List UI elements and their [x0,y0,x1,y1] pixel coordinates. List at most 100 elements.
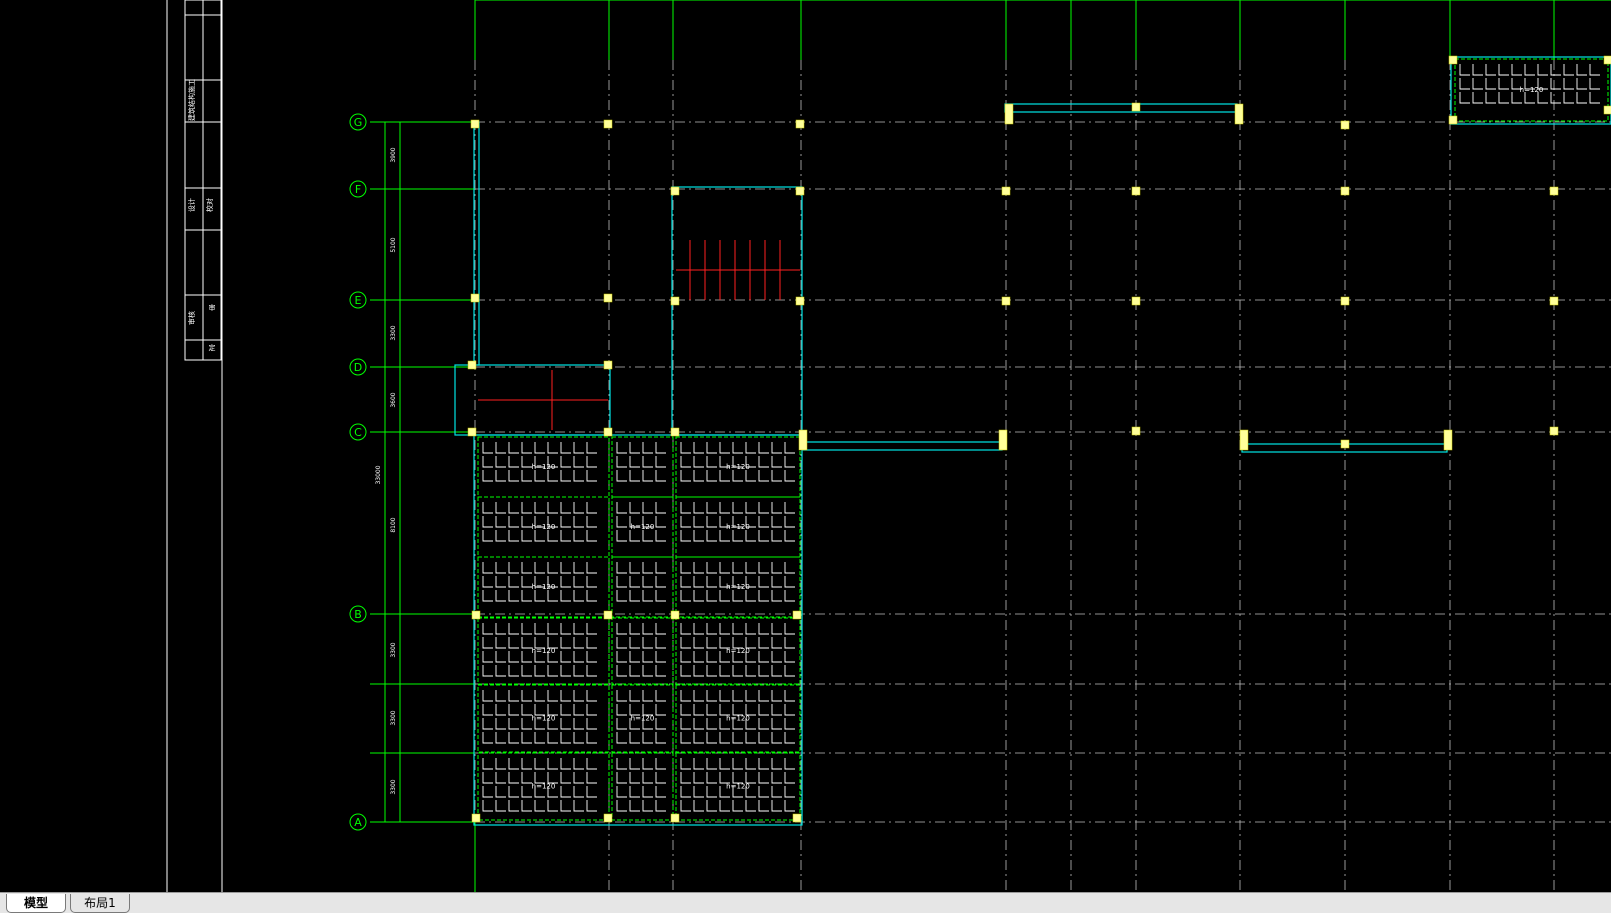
slab-thickness-label: h=120 [726,583,750,591]
column [1340,439,1350,449]
columns [467,55,1611,823]
slab-panel [611,436,674,498]
axis-bubbles: G F E D C B A [349,113,367,831]
slab-panel [611,617,674,685]
cad-model-viewport[interactable]: 建筑结构施工 设计 校对 审核 审 定 3900 5100 3300 3600 3300… [0,0,1611,892]
slab-panel: h=120 [675,617,801,685]
column [1001,296,1011,306]
axis-bubble-label: G [354,116,363,129]
rebar-marks [478,240,800,430]
dimension-label: 8100 [390,517,397,532]
column [603,293,613,303]
column [1448,115,1458,125]
slab-panel: h=120 [611,684,674,753]
slab-panel [611,752,674,821]
slab-panel [611,556,674,618]
title-block: 建筑结构施工 设计 校对 审核 审 定 [166,0,223,892]
column [795,186,805,196]
column [670,296,680,306]
stamp-approver: 审核 [187,311,196,325]
slab-panel: h=120 [477,752,610,821]
dimension-label: 3900 [390,147,397,162]
slab-thickness-label: h=120 [631,715,655,723]
dimension-label: 3300 [390,779,397,794]
column [1004,103,1014,125]
slab-panel: h=120 [1454,58,1609,122]
column [670,186,680,196]
column [1239,429,1249,451]
slab-panel: h=120 [477,436,610,498]
column [1234,103,1244,125]
column [670,427,680,437]
tab-model[interactable]: 模型 [6,894,66,913]
floor-plan-drawing[interactable]: 建筑结构施工 设计 校对 审核 审 定 3900 5100 3300 3600 3300… [0,0,1611,892]
layout-tab-bar: 模型 布局1 [0,892,1611,913]
walls [454,56,1611,826]
stamp-title1: 审 [209,303,216,312]
column [603,610,613,620]
slab-panel: h=120 [477,496,610,558]
slab-panels: h=120 h=120 h=120 h=120 h=120 h=120 h=120 h=120… [477,58,1609,821]
axis-bubble-label: E [355,294,362,307]
dimension-label: 33000 [375,465,382,484]
slab-panel: h=120 [477,684,610,753]
column [1549,186,1559,196]
column [467,360,477,370]
slab-panel: h=120 [611,496,674,558]
column [998,429,1008,451]
column [603,360,613,370]
dimension-label: 3300 [390,325,397,340]
column [1549,296,1559,306]
column [1549,426,1559,436]
stamp-name: 建筑结构施工 [187,79,196,121]
axis-bubble-label: F [355,183,361,196]
column [1603,105,1611,115]
column [792,813,802,823]
column [670,813,680,823]
slab-thickness-label: h=120 [532,647,556,655]
stamp-designer: 设计 [187,198,196,212]
column [795,296,805,306]
slab-panel: h=120 [675,752,801,821]
column [470,293,480,303]
column [1448,55,1458,65]
column [1131,102,1141,112]
slab-thickness-label: h=120 [631,523,655,531]
slab-panel: h=120 [675,436,801,498]
slab-thickness-label: h=120 [532,523,556,531]
axis-bubble-label: D [354,361,362,374]
slab-thickness-label: h=120 [726,523,750,531]
axis-bubble-label: C [354,426,362,439]
slab-panel: h=120 [477,556,610,618]
column [1131,296,1141,306]
column [471,610,481,620]
slab-panel: h=120 [675,684,801,753]
column [1443,429,1453,451]
column [670,610,680,620]
tab-layout1[interactable]: 布局1 [70,894,130,913]
column [467,427,477,437]
column [1131,186,1141,196]
slab-thickness-label: h=120 [726,715,750,723]
slab-thickness-label: h=120 [726,463,750,471]
dimension-label: 5100 [390,237,397,252]
slab-thickness-label: h=120 [532,715,556,723]
axis-bubble-label: B [354,608,362,621]
column [470,119,480,129]
column [795,119,805,129]
column [1340,120,1350,130]
slab-thickness-label: h=120 [532,783,556,791]
slab-panel: h=120 [675,496,801,558]
column [792,610,802,620]
stamp-checker: 校对 [205,198,214,212]
stamp-title2: 定 [209,343,216,352]
column [471,813,481,823]
slab-panel: h=120 [675,556,801,618]
column [1131,426,1141,436]
column [1603,55,1611,65]
horizontal-grid-lines [370,121,1611,823]
slab-thickness-label: h=120 [532,463,556,471]
column [1340,186,1350,196]
column [798,429,808,451]
slab-thickness-label: h=120 [1520,86,1544,94]
